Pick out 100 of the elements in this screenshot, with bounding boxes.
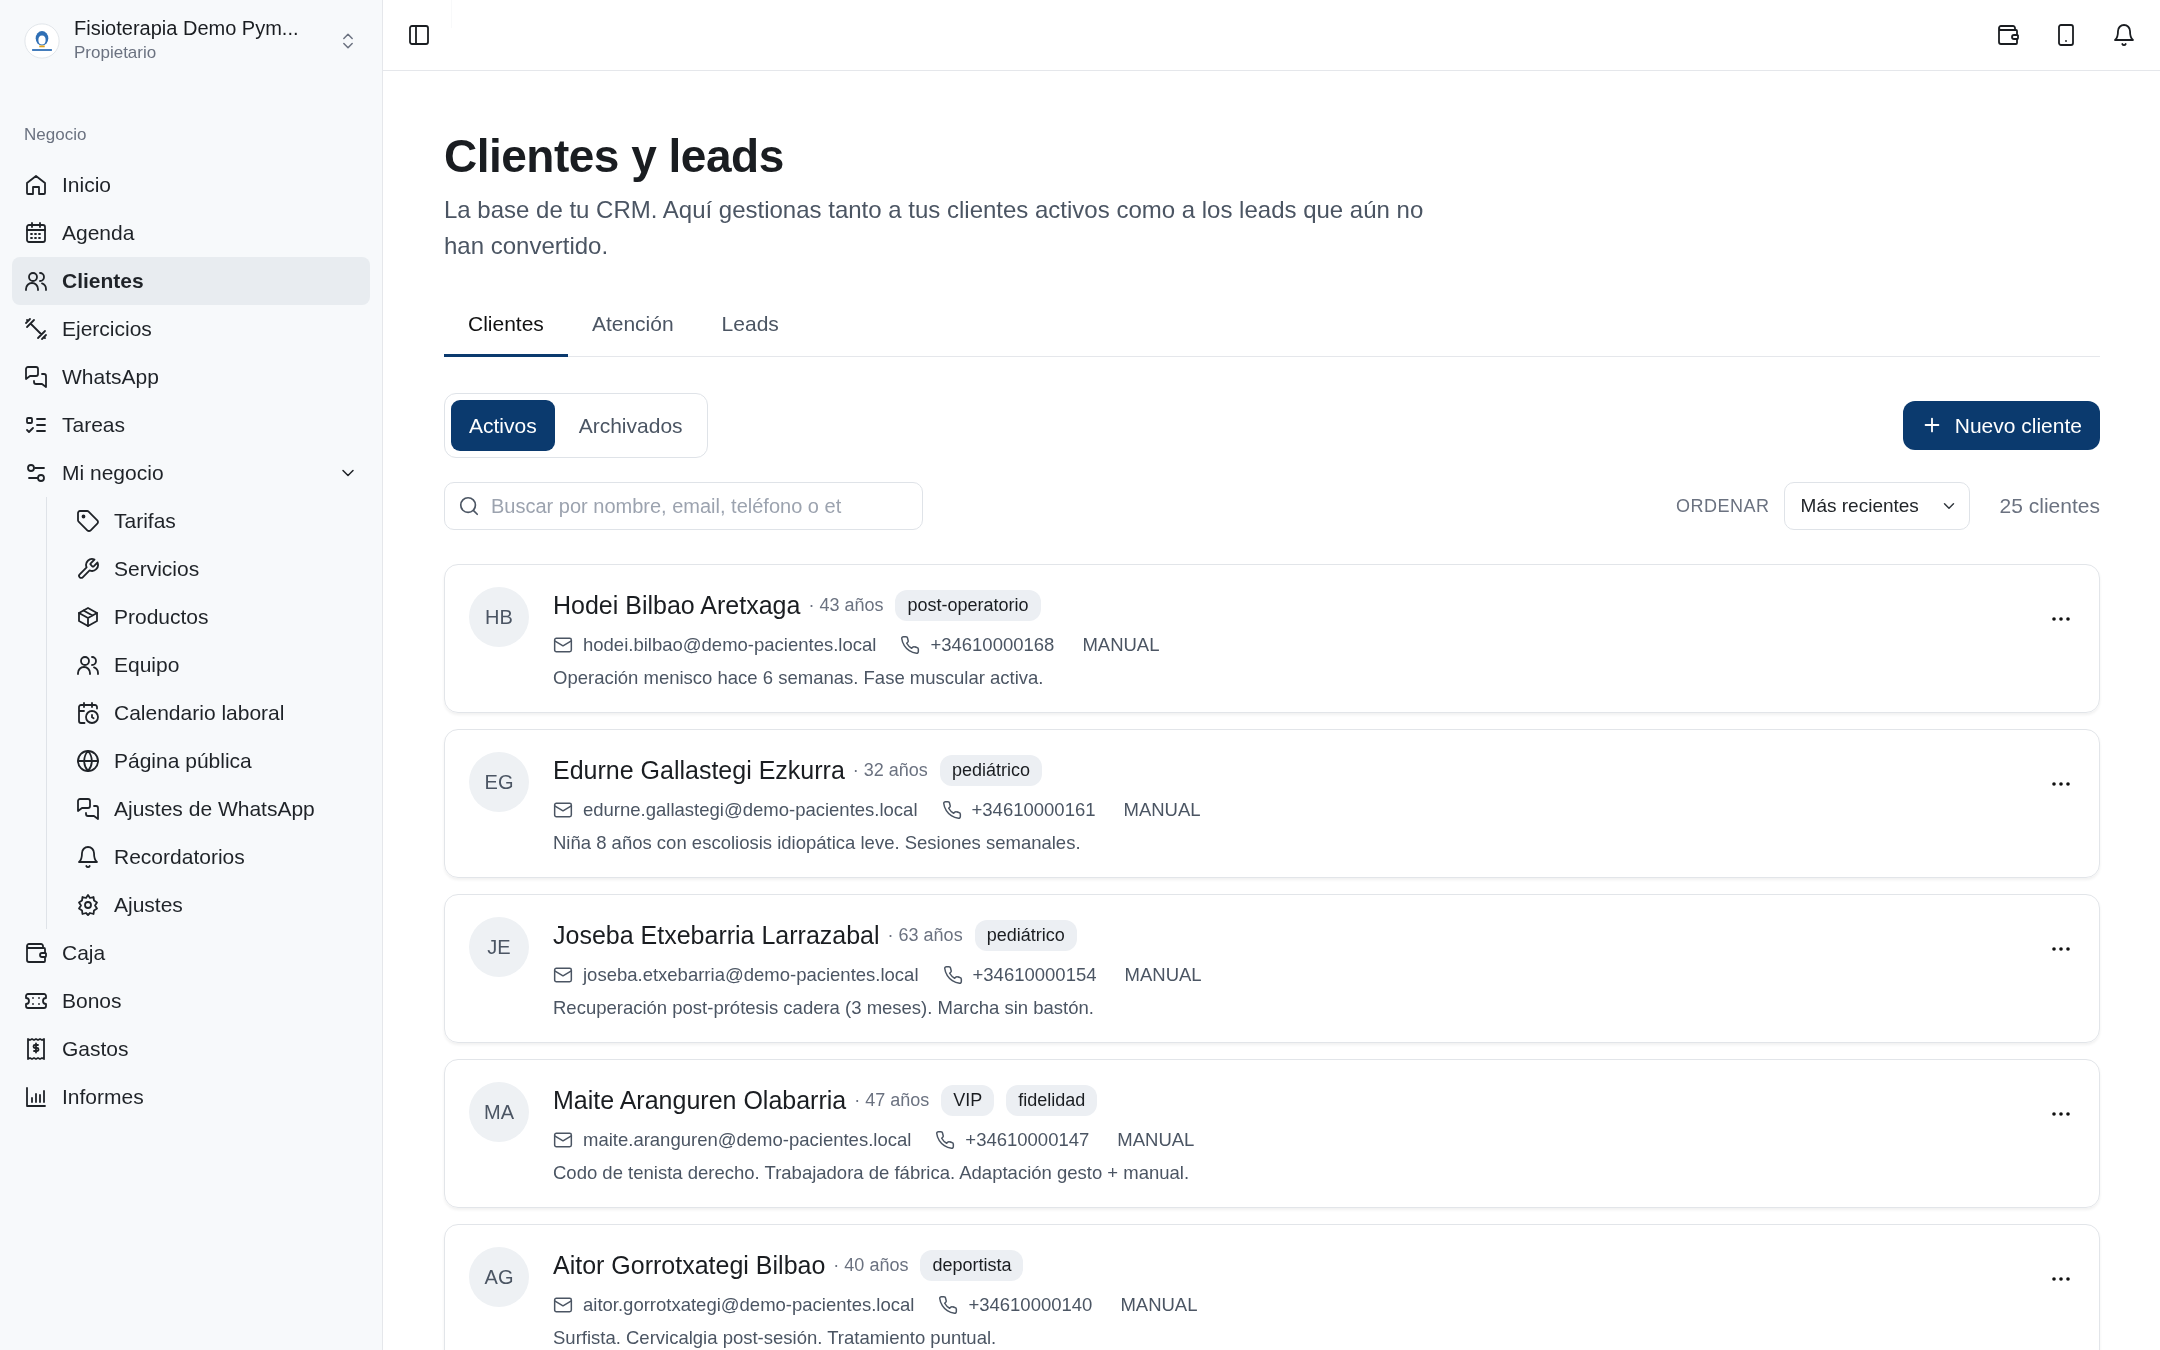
- client-source: MANUAL: [1123, 797, 1201, 822]
- tab[interactable]: Leads: [697, 294, 803, 357]
- client-card[interactable]: JE Joseba Etxebarria Larrazabal · 63 años pediátrico joseba.etxebarria@demo-pacientes.local +34610000154 MANUAL Recuperación post-prótesis cadera (3 meses). Marcha sin bastón.: [444, 894, 2100, 1044]
- client-name: Joseba Etxebarria Larrazabal: [553, 920, 880, 952]
- client-age: · 63 años: [887, 924, 963, 948]
- sidebar-item[interactable]: Gastos: [12, 1025, 370, 1073]
- wallet-icon[interactable]: [1996, 23, 2020, 47]
- client-card[interactable]: HB Hodei Bilbao Aretxaga · 43 años post-operatorio hodei.bilbao@demo-pacientes.local +34610000168 MANUAL Operación menisco hace 6 semanas. Fase muscular activa.: [444, 564, 2100, 714]
- tag-label: fidelidad: [1006, 1085, 1098, 1117]
- client-note: Recuperación post-prótesis cadera (3 meses). Marcha sin bastón.: [553, 996, 1095, 1021]
- client-source: MANUAL: [1082, 632, 1160, 657]
- people-icon: [24, 269, 48, 293]
- client-card[interactable]: MA Maite Aranguren Olabarria · 47 años VIP fidelidad maite.aranguren@demo-pacientes.local +34610000147 MANUAL Codo de tenista derecho. Trabajadora de fábrica. Adaptación gesto + manual.: [444, 1059, 2100, 1209]
- tab[interactable]: Clientes: [444, 294, 568, 357]
- client-email: aitor.gorrotxategi@demo-pacientes.local: [583, 1292, 915, 1317]
- sidebar-item[interactable]: Bonos: [12, 977, 370, 1025]
- tag-icon: [76, 509, 100, 533]
- avatar-initials: EG: [469, 752, 529, 813]
- avatar-initials: AG: [469, 1247, 529, 1308]
- box-icon: [76, 605, 100, 629]
- calendar-icon: [24, 221, 48, 245]
- client-age: · 43 años: [808, 594, 884, 618]
- chat-icon: [24, 365, 48, 389]
- tag-label: deportista: [920, 1250, 1024, 1282]
- sidebar-item[interactable]: Mi negocio: [12, 449, 370, 497]
- sidebar-item[interactable]: Tarifas: [50, 497, 370, 545]
- sort-label: ORDENAR: [1676, 494, 1770, 518]
- page-description: La base de tu CRM. Aquí gestionas tanto a tus clientes activos como a los leads que aún no han convertido.: [444, 195, 1425, 262]
- sidebar-item[interactable]: Equipo: [50, 641, 370, 689]
- client-age: · 32 años: [852, 759, 928, 783]
- sidebar-toggle-icon[interactable]: [407, 23, 431, 47]
- sliders-icon: [24, 461, 48, 485]
- sidebar-item[interactable]: Informes: [12, 1073, 370, 1121]
- bell-icon[interactable]: [2112, 23, 2136, 47]
- home-icon: [24, 173, 48, 197]
- sidebar-item[interactable]: Clientes: [12, 257, 370, 305]
- dumbbell-icon: [24, 317, 48, 341]
- workspace-role: Propietario: [74, 42, 158, 64]
- client-name: Aitor Gorrotxategi Bilbao: [553, 1250, 826, 1282]
- wrench-icon: [76, 557, 100, 581]
- client-phone: +34610000154: [972, 962, 1097, 987]
- tab[interactable]: Atención: [567, 294, 698, 357]
- phone-icon: [941, 799, 962, 820]
- client-source: MANUAL: [1120, 1292, 1198, 1317]
- client-phone: +34610000161: [971, 797, 1096, 822]
- sidebar-item[interactable]: Agenda: [12, 209, 370, 257]
- client-email: joseba.etxebarria@demo-pacientes.local: [583, 962, 919, 987]
- avatar-initials: HB: [469, 587, 529, 648]
- filter-tab[interactable]: Activos: [451, 399, 555, 452]
- client-email: hodei.bilbao@demo-pacientes.local: [583, 632, 877, 657]
- client-note: Operación menisco hace 6 semanas. Fase muscular activa.: [553, 666, 1045, 691]
- client-note: Surfista. Cervicalgia post-sesión. Tratamiento puntual.: [553, 1326, 998, 1350]
- page-title: Clientes y leads: [444, 129, 785, 184]
- settings-icon: [76, 893, 100, 917]
- client-age: · 40 años: [833, 1254, 909, 1278]
- client-count: 25 clientes: [1999, 493, 2100, 520]
- search-field[interactable]: Buscar por nombre, email, teléfono o et: [444, 482, 923, 531]
- globe-icon: [76, 749, 100, 773]
- client-note: Niña 8 años con escoliosis idiopática leve. Sesiones semanales.: [553, 831, 1082, 856]
- bell-icon: [76, 845, 100, 869]
- client-email: maite.aranguren@demo-pacientes.local: [583, 1127, 912, 1152]
- section-label: Negocio: [24, 123, 88, 146]
- client-source: MANUAL: [1117, 1127, 1195, 1152]
- filter-tab[interactable]: Archivados: [560, 399, 701, 452]
- avatar-initials: MA: [469, 1082, 529, 1143]
- client-phone: +34610000140: [968, 1292, 1093, 1317]
- tag-label: VIP: [941, 1085, 995, 1117]
- client-phone: +34610000168: [930, 632, 1055, 657]
- sidebar-item[interactable]: Ejercicios: [12, 305, 370, 353]
- client-name: Maite Aranguren Olabarria: [553, 1085, 847, 1117]
- client-email: edurne.gallastegi@demo-pacientes.local: [583, 797, 918, 822]
- sidebar-item[interactable]: Tareas: [12, 401, 370, 449]
- sidebar-item[interactable]: Caja: [12, 929, 370, 977]
- phone-icon: [942, 964, 963, 985]
- avatar-initials: JE: [469, 917, 529, 978]
- sidebar-item[interactable]: Recordatorios: [50, 833, 370, 881]
- sidebar-item[interactable]: Productos: [50, 593, 370, 641]
- client-source: MANUAL: [1124, 962, 1202, 987]
- sidebar-item[interactable]: Ajustes de WhatsApp: [50, 785, 370, 833]
- client-age: · 47 años: [854, 1089, 930, 1113]
- new-client-button[interactable]: Nuevo cliente: [1902, 400, 2100, 451]
- tag-label: post-operatorio: [895, 590, 1041, 622]
- bar-chart-icon: [24, 1085, 48, 1109]
- client-card[interactable]: EG Edurne Gallastegi Ezkurra · 32 años pediátrico edurne.gallastegi@demo-pacientes.local +34610000161 MANUAL Niña 8 años con escoliosis idiopática leve. Sesiones semanales.: [444, 729, 2100, 879]
- sidebar-item[interactable]: Inicio: [12, 161, 370, 209]
- sort-select[interactable]: Más recientes: [1783, 482, 1970, 531]
- phone-icon: [938, 1294, 959, 1315]
- logo-icon: [24, 22, 60, 59]
- sidebar-item[interactable]: Ajustes: [50, 881, 370, 929]
- client-name: Edurne Gallastegi Ezkurra: [553, 755, 845, 787]
- client-card[interactable]: AG Aitor Gorrotxategi Bilbao · 40 años deportista aitor.gorrotxategi@demo-pacientes.local +34610000140 MANUAL Surfista. Cervicalgia post-sesión. Tratamiento puntual.: [444, 1224, 2100, 1350]
- receipt-icon: [24, 1037, 48, 1061]
- phone-icon: [935, 1129, 956, 1150]
- sidebar-item[interactable]: WhatsApp: [12, 353, 370, 401]
- sidebar-item[interactable]: Servicios: [50, 545, 370, 593]
- phone-icon: [900, 634, 921, 655]
- tag-label: pediátrico: [939, 755, 1042, 787]
- tag-label: pediátrico: [974, 920, 1077, 952]
- sidebar-item[interactable]: Calendario laboral: [50, 689, 370, 737]
- sidebar-item[interactable]: Página pública: [50, 737, 370, 785]
